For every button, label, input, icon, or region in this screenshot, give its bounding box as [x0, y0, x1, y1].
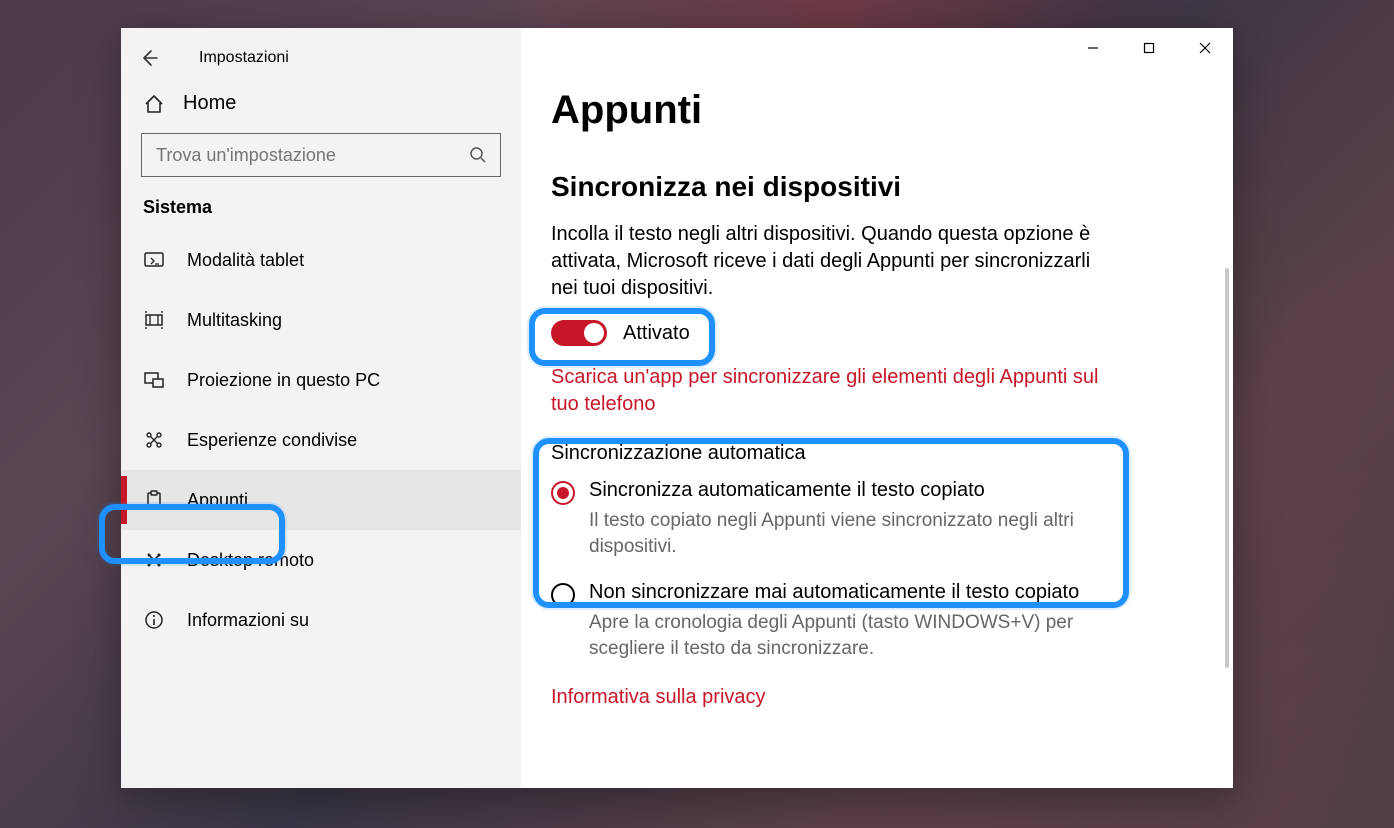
content-pane: Appunti Sincronizza nei dispositivi Inco… [521, 28, 1233, 788]
titlebar-left: Impostazioni [121, 38, 521, 78]
radio-title: Non sincronizzare mai automaticamente il… [589, 581, 1129, 604]
download-app-link[interactable]: Scarica un'app per sincronizzare gli ele… [551, 364, 1121, 418]
sidebar-item-multitasking[interactable]: Multitasking [121, 290, 521, 350]
radio-option-auto-sync[interactable]: Sincronizza automaticamente il testo cop… [551, 479, 1205, 559]
back-button[interactable] [135, 44, 163, 72]
category-title: Sistema [121, 197, 521, 230]
radio-icon [551, 583, 575, 607]
auto-sync-title: Sincronizzazione automatica [551, 442, 1205, 465]
tablet-icon [143, 249, 165, 271]
sidebar-item-remote-desktop[interactable]: Desktop remoto [121, 530, 521, 590]
nav-label: Desktop remoto [187, 550, 314, 571]
home-nav[interactable]: Home [121, 78, 521, 133]
radio-option-never-sync[interactable]: Non sincronizzare mai automaticamente il… [551, 581, 1205, 661]
sync-toggle-row: Attivato [551, 320, 1205, 346]
nav-list: Modalità tablet Multitasking Proiezione … [121, 230, 521, 650]
radio-sub: Apre la cronologia degli Appunti (tasto … [589, 610, 1129, 661]
sidebar: Impostazioni Home Sistema Modalità table… [121, 28, 521, 788]
info-icon [143, 609, 165, 631]
sidebar-item-projection[interactable]: Proiezione in questo PC [121, 350, 521, 410]
projection-icon [143, 369, 165, 391]
settings-window: Impostazioni Home Sistema Modalità table… [121, 28, 1233, 788]
radio-sub: Il testo copiato negli Appunti viene sin… [589, 508, 1129, 559]
home-label: Home [183, 92, 236, 115]
remote-desktop-icon [143, 549, 165, 571]
sidebar-item-shared-experiences[interactable]: Esperienze condivise [121, 410, 521, 470]
nav-label: Appunti [187, 490, 248, 511]
search-icon [469, 146, 487, 164]
home-icon [143, 93, 165, 115]
section-description: Incolla il testo negli altri dispositivi… [551, 221, 1121, 302]
app-title: Impostazioni [199, 49, 289, 67]
scrollbar[interactable] [1225, 268, 1229, 668]
nav-label: Informazioni su [187, 610, 309, 631]
privacy-link[interactable]: Informativa sulla privacy [551, 684, 1121, 711]
radio-text: Non sincronizzare mai automaticamente il… [589, 581, 1129, 661]
section-title: Sincronizza nei dispositivi [551, 171, 1205, 203]
search-wrap [141, 133, 501, 177]
search-input[interactable] [141, 133, 501, 177]
sidebar-item-clipboard[interactable]: Appunti [121, 470, 521, 530]
nav-label: Proiezione in questo PC [187, 370, 380, 391]
nav-label: Multitasking [187, 310, 282, 331]
multitasking-icon [143, 309, 165, 331]
clipboard-icon [143, 489, 165, 511]
nav-label: Modalità tablet [187, 250, 304, 271]
radio-title: Sincronizza automaticamente il testo cop… [589, 479, 1129, 502]
content-body: Appunti Sincronizza nei dispositivi Inco… [521, 28, 1233, 788]
page-title: Appunti [551, 88, 1205, 133]
shared-icon [143, 429, 165, 451]
radio-text: Sincronizza automaticamente il testo cop… [589, 479, 1129, 559]
radio-icon [551, 481, 575, 505]
sync-toggle-label: Attivato [623, 322, 690, 345]
sidebar-item-about[interactable]: Informazioni su [121, 590, 521, 650]
sync-toggle[interactable] [551, 320, 607, 346]
sidebar-item-tablet-mode[interactable]: Modalità tablet [121, 230, 521, 290]
nav-label: Esperienze condivise [187, 430, 357, 451]
